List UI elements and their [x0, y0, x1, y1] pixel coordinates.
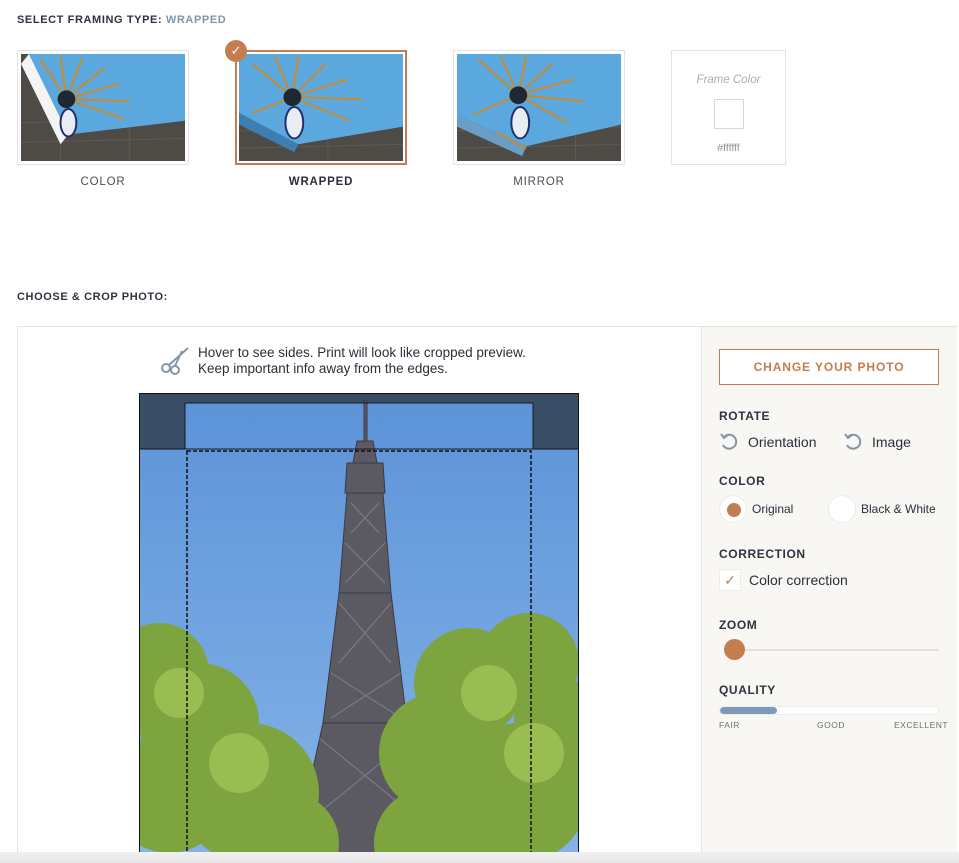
framing-label-mirror: MIRROR [513, 176, 565, 188]
framing-thumb-wrapped [235, 50, 407, 165]
crop-preview-area: Hover to see sides. Print will look like… [18, 327, 701, 863]
quality-meter-fill [720, 707, 777, 714]
framing-wrapped-preview [239, 54, 403, 161]
framing-thumb-mirror [453, 50, 625, 165]
color-correction-label: Color correction [749, 572, 848, 588]
check-icon: ✓ [225, 40, 247, 62]
zoom-label: ZOOM [719, 618, 758, 632]
rotate-image-label: Image [872, 434, 911, 450]
framing-mirror-preview [457, 54, 621, 161]
photo-eiffel-tower [139, 393, 579, 863]
crop-panel: Hover to see sides. Print will look like… [17, 326, 957, 863]
framing-label-color: COLOR [80, 176, 126, 188]
framing-heading-value: WRAPPED [165, 14, 227, 26]
rotate-orientation-label: Orientation [748, 434, 817, 450]
rotate-orientation-button[interactable]: Orientation [719, 432, 816, 452]
crop-heading: CHOOSE & CROP PHOTO: [17, 291, 168, 303]
rotate-ccw-icon [844, 433, 862, 450]
quality-label: QUALITY [719, 683, 776, 697]
crop-hint-line1: Hover to see sides. Print will look like… [198, 345, 526, 360]
frame-color-swatch[interactable] [713, 99, 744, 129]
color-correction-checkbox[interactable]: ✓ Color correction [719, 569, 848, 591]
checkmark-icon: ✓ [719, 569, 741, 591]
framing-option-color[interactable]: COLOR [17, 50, 189, 188]
framing-option-mirror[interactable]: MIRROR [453, 50, 625, 188]
color-bw-label: Black & White [861, 502, 936, 516]
frame-color-title: Frame Color [696, 74, 761, 86]
framing-option-wrapped[interactable]: ✓ WRAPPED [225, 40, 407, 188]
crop-hint-line2: Keep important info away from the edges. [198, 361, 448, 376]
correction-label: CORRECTION [719, 547, 806, 561]
framing-color-preview [21, 54, 185, 161]
radio-circle-original [719, 495, 747, 523]
change-photo-button[interactable]: CHANGE YOUR PHOTO [719, 349, 939, 385]
zoom-slider-track[interactable] [728, 649, 939, 651]
frame-color-hex: #ffffff [717, 142, 740, 154]
color-original-label: Original [752, 502, 794, 516]
rotate-label: ROTATE [719, 409, 771, 423]
quality-tick-good: GOOD [817, 720, 845, 730]
frame-color-picker[interactable]: Frame Color #ffffff [671, 50, 786, 165]
page-bottom-edge [0, 852, 959, 863]
quality-meter [719, 706, 939, 715]
framing-label-wrapped: WRAPPED [288, 176, 354, 188]
radio-circle-bw [828, 495, 856, 523]
color-original-radio[interactable]: Original [719, 495, 793, 523]
scissors-icon [161, 347, 189, 375]
photo-controls: CHANGE YOUR PHOTO ROTATE Orientation Ima… [701, 327, 957, 863]
crop-photo[interactable] [139, 393, 579, 863]
radio-selected-dot [727, 503, 741, 517]
color-bw-radio[interactable]: Black & White [828, 495, 936, 523]
framing-heading-label: SELECT FRAMING TYPE: [17, 14, 163, 26]
color-label: COLOR [719, 474, 766, 488]
crop-hint: Hover to see sides. Print will look like… [158, 345, 526, 377]
rotate-ccw-icon [720, 433, 738, 450]
rotate-image-button[interactable]: Image [843, 432, 911, 452]
framing-heading: SELECT FRAMING TYPE: WRAPPED [17, 14, 226, 26]
quality-tick-excellent: EXCELLENT [894, 720, 949, 730]
zoom-slider-thumb[interactable] [724, 639, 745, 660]
quality-tick-fair: FAIR [719, 720, 740, 730]
framing-thumb-color [17, 50, 189, 165]
